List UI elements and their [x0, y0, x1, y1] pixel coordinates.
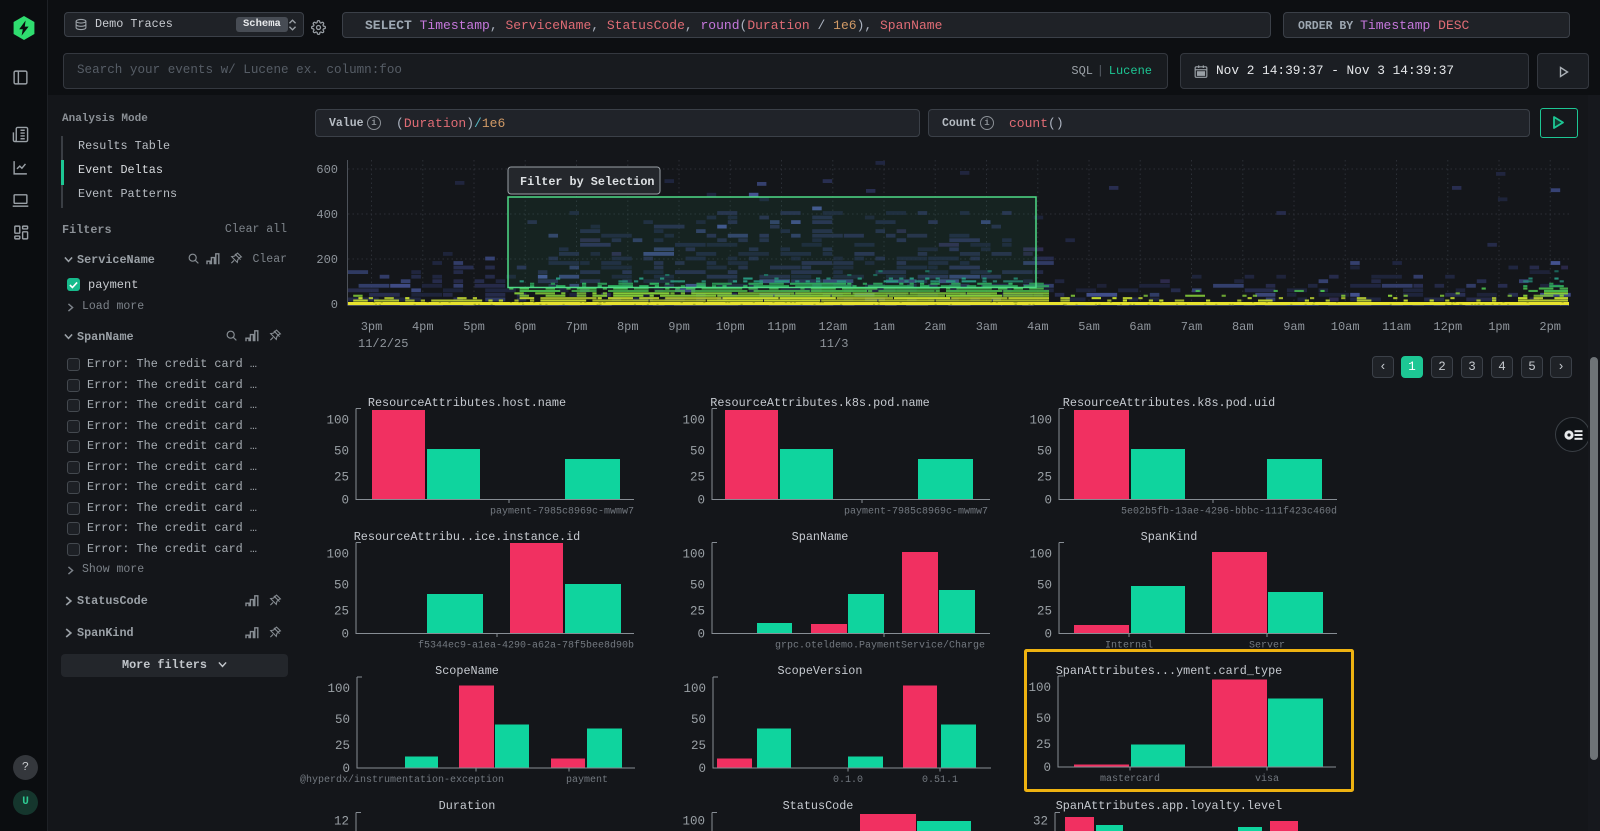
svg-text:7am: 7am	[1181, 320, 1203, 334]
svg-text:payment-7985c8969c-mwmw7: payment-7985c8969c-mwmw7	[844, 507, 988, 518]
svg-text:SpanKind: SpanKind	[1141, 530, 1198, 544]
svg-text:100: 100	[1028, 681, 1051, 695]
svg-text:9am: 9am	[1283, 320, 1305, 334]
svg-text:0: 0	[342, 762, 350, 776]
svg-text:25: 25	[334, 471, 349, 485]
svg-text:1am: 1am	[873, 320, 895, 334]
svg-text:11am: 11am	[1382, 320, 1411, 334]
svg-text:100: 100	[1029, 548, 1052, 562]
svg-text:200: 200	[316, 253, 338, 267]
svg-text:9pm: 9pm	[668, 320, 690, 334]
svg-text:100: 100	[682, 548, 705, 562]
svg-text:50: 50	[690, 579, 705, 593]
svg-text:f5344ec9-a1ea-4290-a62a-78f5be: f5344ec9-a1ea-4290-a62a-78f5bee8d90b	[418, 640, 634, 652]
svg-text:25: 25	[690, 471, 705, 485]
svg-text:payment: payment	[566, 775, 608, 786]
svg-text:100: 100	[682, 815, 705, 829]
svg-text:25: 25	[691, 739, 706, 753]
svg-text:grpc.oteldemo.PaymentService/C: grpc.oteldemo.PaymentService/Charge	[775, 640, 985, 652]
svg-text:2am: 2am	[924, 320, 946, 334]
svg-text:12: 12	[334, 815, 349, 829]
svg-text:0: 0	[697, 494, 705, 508]
svg-text:8am: 8am	[1232, 320, 1254, 334]
svg-text:50: 50	[690, 445, 705, 459]
svg-text:4am: 4am	[1027, 320, 1049, 334]
svg-text:0: 0	[1044, 494, 1052, 508]
svg-text:100: 100	[326, 548, 349, 562]
svg-text:SpanName: SpanName	[792, 530, 849, 544]
svg-text:0: 0	[698, 762, 706, 776]
svg-text:50: 50	[1036, 712, 1051, 726]
svg-text:SpanAttributes.app.loyalty.lev: SpanAttributes.app.loyalty.level	[1056, 799, 1283, 813]
svg-text:50: 50	[335, 713, 350, 727]
svg-text:50: 50	[1037, 445, 1052, 459]
svg-text:SpanAttributes...yment.card_ty: SpanAttributes...yment.card_type	[1056, 664, 1283, 678]
svg-text:10pm: 10pm	[716, 320, 745, 334]
svg-text:25: 25	[690, 605, 705, 619]
svg-text:0.1.0: 0.1.0	[833, 775, 863, 786]
svg-text:0.51.1: 0.51.1	[922, 775, 958, 786]
svg-text:0: 0	[697, 628, 705, 642]
svg-text:50: 50	[691, 713, 706, 727]
svg-text:0: 0	[341, 628, 349, 642]
svg-text:visa: visa	[1255, 773, 1279, 785]
svg-text:7pm: 7pm	[566, 320, 588, 334]
svg-text:25: 25	[1037, 471, 1052, 485]
svg-text:25: 25	[1037, 605, 1052, 619]
svg-text:600: 600	[316, 163, 338, 177]
svg-text:32: 32	[1033, 815, 1048, 829]
svg-text:3pm: 3pm	[361, 320, 383, 334]
svg-text:6am: 6am	[1129, 320, 1151, 334]
svg-text:ResourceAttributes.k8s.pod.uid: ResourceAttributes.k8s.pod.uid	[1063, 396, 1275, 410]
svg-text:25: 25	[334, 605, 349, 619]
svg-text:11/2/25: 11/2/25	[358, 337, 408, 351]
svg-text:ResourceAttributes.k8s.pod.nam: ResourceAttributes.k8s.pod.name	[710, 396, 929, 410]
svg-text:25: 25	[335, 739, 350, 753]
svg-text:0: 0	[331, 298, 338, 312]
svg-text:0: 0	[1044, 628, 1052, 642]
svg-text:100: 100	[682, 414, 705, 428]
svg-text:100: 100	[327, 682, 350, 696]
svg-text:0: 0	[341, 494, 349, 508]
svg-text:ScopeName: ScopeName	[435, 664, 499, 678]
svg-text:2pm: 2pm	[1539, 320, 1561, 334]
svg-text:mastercard: mastercard	[1100, 773, 1160, 785]
svg-text:4pm: 4pm	[412, 320, 434, 334]
svg-text:400: 400	[316, 208, 338, 222]
svg-text:100: 100	[683, 682, 706, 696]
svg-text:3am: 3am	[976, 320, 998, 334]
svg-text:ResourceAttribu..ice.instance.: ResourceAttribu..ice.instance.id	[354, 530, 581, 544]
svg-text:6pm: 6pm	[514, 320, 536, 334]
svg-text:10am: 10am	[1331, 320, 1360, 334]
svg-text:50: 50	[1037, 579, 1052, 593]
svg-text:1pm: 1pm	[1488, 320, 1510, 334]
svg-text:5am: 5am	[1078, 320, 1100, 334]
svg-text:50: 50	[334, 579, 349, 593]
svg-text:@hyperdx/instrumentation-excep: @hyperdx/instrumentation-exception	[300, 774, 504, 786]
svg-text:100: 100	[326, 414, 349, 428]
svg-text:ResourceAttributes.host.name: ResourceAttributes.host.name	[368, 396, 566, 410]
svg-text:Filter by Selection: Filter by Selection	[520, 175, 655, 189]
svg-text:5pm: 5pm	[463, 320, 485, 334]
svg-text:8pm: 8pm	[617, 320, 639, 334]
svg-text:11pm: 11pm	[767, 320, 796, 334]
svg-text:0: 0	[1043, 761, 1051, 775]
svg-text:25: 25	[1036, 738, 1051, 752]
svg-text:12am: 12am	[818, 320, 847, 334]
svg-text:Duration: Duration	[439, 799, 496, 813]
svg-text:100: 100	[1029, 414, 1052, 428]
svg-text:11/3: 11/3	[820, 337, 849, 351]
svg-text:StatusCode: StatusCode	[783, 799, 854, 813]
svg-text:5e02b5fb-13ae-4296-bbbc-111f42: 5e02b5fb-13ae-4296-bbbc-111f423c460d	[1121, 506, 1337, 518]
svg-text:12pm: 12pm	[1433, 320, 1462, 334]
svg-text:50: 50	[334, 445, 349, 459]
svg-text:payment-7985c8969c-mwmw7: payment-7985c8969c-mwmw7	[490, 507, 634, 518]
svg-text:ScopeVersion: ScopeVersion	[778, 664, 863, 678]
